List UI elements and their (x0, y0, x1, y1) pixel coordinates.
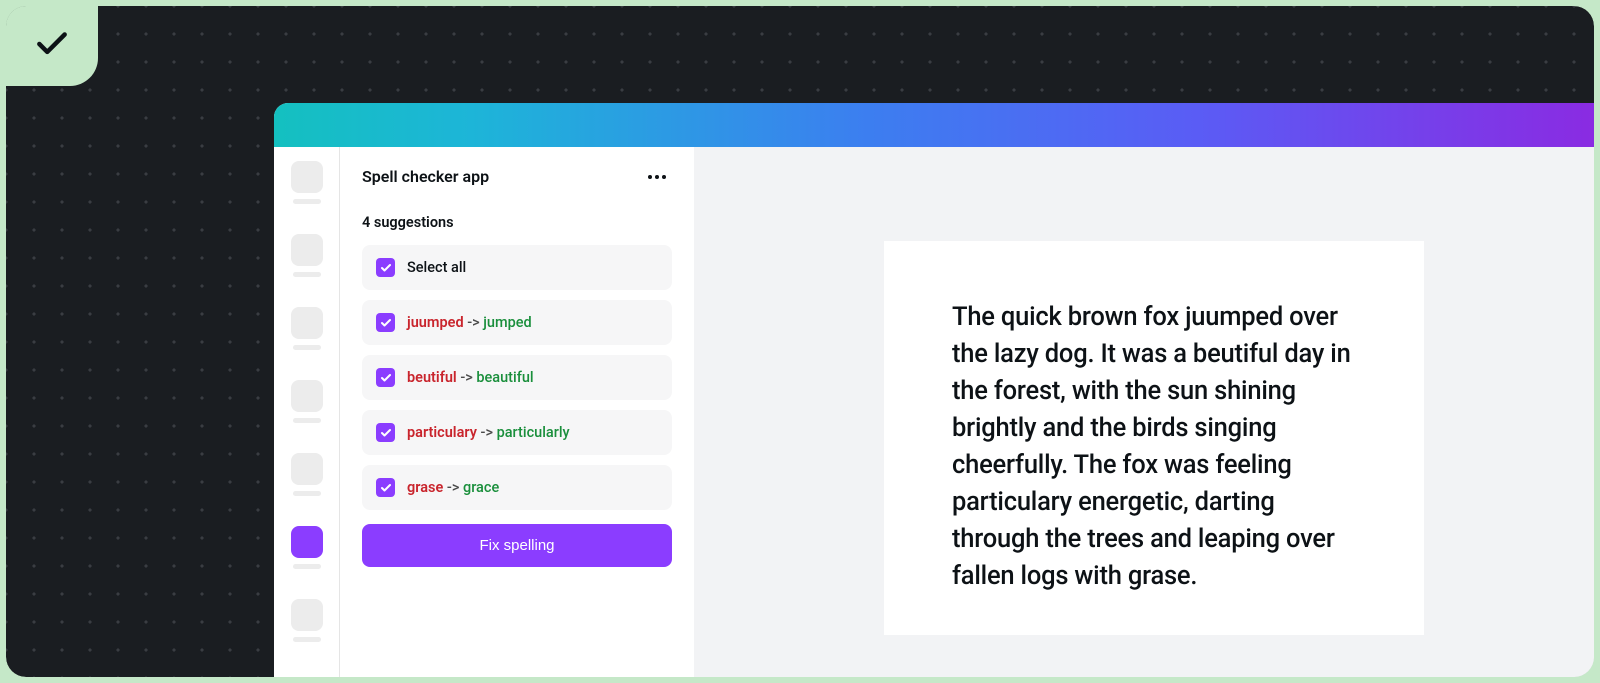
nav-item[interactable] (291, 380, 323, 423)
arrow-text: -> (447, 479, 459, 496)
nav-item[interactable] (291, 307, 323, 350)
correct-word: beautiful (476, 369, 533, 386)
app-body: Spell checker app 4 suggestions Select a… (274, 147, 1594, 677)
wrong-word: beutiful (407, 369, 457, 386)
arrow-text: -> (467, 314, 479, 331)
outer-frame: Spell checker app 4 suggestions Select a… (6, 6, 1594, 677)
suggestions-count: 4 suggestions (362, 214, 672, 231)
checkbox-icon[interactable] (376, 258, 395, 277)
correct-word: jumped (483, 314, 531, 331)
correct-word: particularly (497, 424, 570, 441)
panel-header: Spell checker app (362, 167, 672, 186)
checkbox-icon[interactable] (376, 423, 395, 442)
nav-item-active[interactable] (291, 526, 323, 569)
panel-title: Spell checker app (362, 167, 489, 186)
nav-rail (274, 147, 340, 677)
title-bar-gradient (274, 103, 1594, 147)
arrow-text: -> (481, 424, 493, 441)
checkbox-icon[interactable] (376, 478, 395, 497)
app-window: Spell checker app 4 suggestions Select a… (274, 103, 1594, 677)
nav-item[interactable] (291, 161, 323, 204)
nav-item[interactable] (291, 234, 323, 277)
arrow-text: -> (460, 369, 472, 386)
select-all-label: Select all (407, 259, 466, 276)
spell-check-panel: Spell checker app 4 suggestions Select a… (340, 147, 694, 677)
document-text[interactable]: The quick brown fox juumped over the laz… (952, 299, 1364, 595)
suggestion-row[interactable]: grase -> grace (362, 465, 672, 510)
suggestion-row[interactable]: particulary -> particularly (362, 410, 672, 455)
wrong-word: juumped (407, 314, 464, 331)
nav-item[interactable] (291, 453, 323, 496)
approval-badge (6, 6, 98, 86)
select-all-row[interactable]: Select all (362, 245, 672, 290)
more-icon[interactable] (642, 169, 672, 185)
checkbox-icon[interactable] (376, 313, 395, 332)
correct-word: grace (463, 479, 499, 496)
check-icon (33, 25, 71, 67)
suggestion-row[interactable]: juumped -> jumped (362, 300, 672, 345)
nav-item[interactable] (291, 599, 323, 642)
document-canvas[interactable]: The quick brown fox juumped over the laz… (694, 147, 1594, 677)
fix-spelling-button[interactable]: Fix spelling (362, 524, 672, 567)
document-page[interactable]: The quick brown fox juumped over the laz… (884, 241, 1424, 635)
checkbox-icon[interactable] (376, 368, 395, 387)
wrong-word: particulary (407, 424, 481, 441)
wrong-word: grase (407, 479, 443, 496)
suggestion-row[interactable]: beutiful -> beautiful (362, 355, 672, 400)
